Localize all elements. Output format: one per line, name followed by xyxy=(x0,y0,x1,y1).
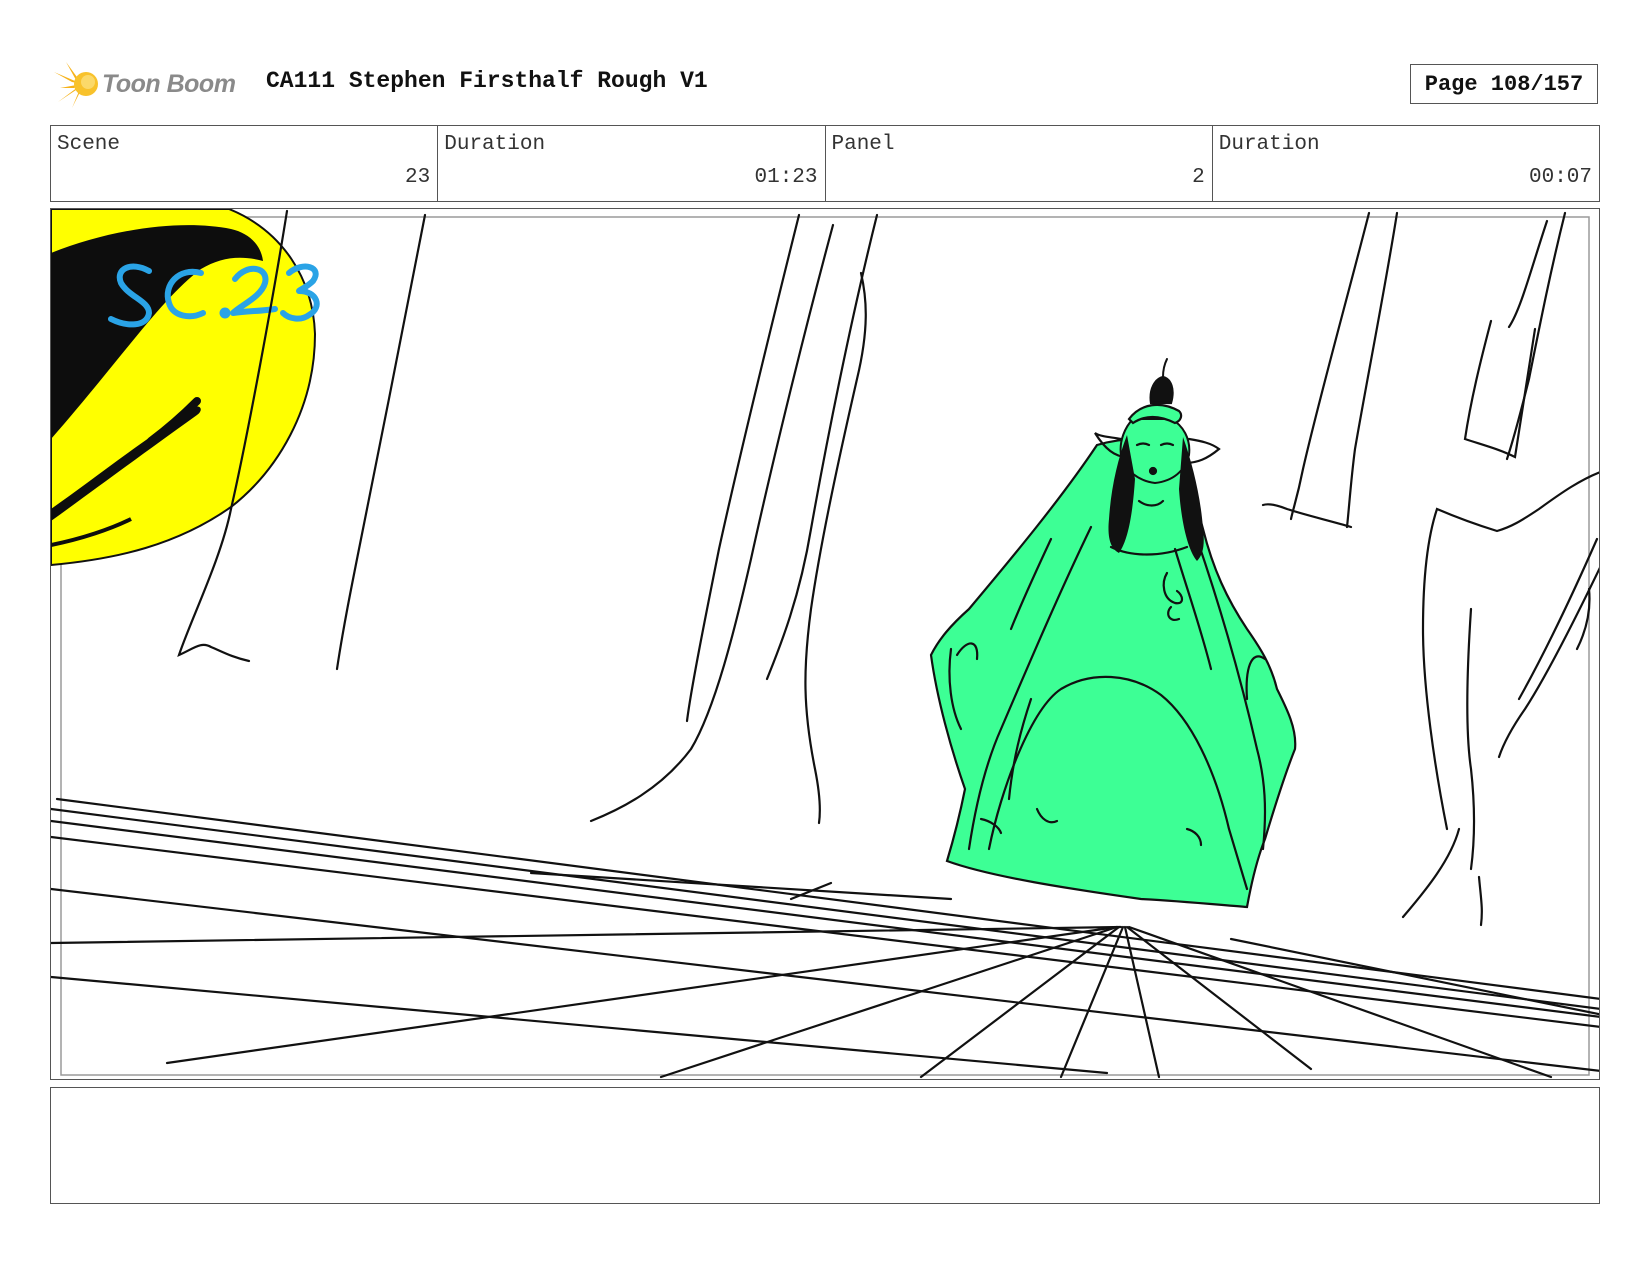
starburst-icon xyxy=(54,62,98,108)
toon-boom-logo: Toon Boom xyxy=(52,58,252,110)
panel-duration-value: 00:07 xyxy=(1528,166,1592,189)
panel-value: 2 xyxy=(1192,166,1205,189)
page-indicator: Page 108/157 xyxy=(1410,64,1598,104)
scene-duration-value: 01:23 xyxy=(754,166,818,189)
panel-sketch xyxy=(51,209,1599,1079)
storyboard-panel xyxy=(50,208,1600,1080)
panel-duration-cell: Duration 00:07 xyxy=(1211,126,1599,201)
panel-label: Panel xyxy=(831,133,895,156)
scene-value: 23 xyxy=(405,166,431,189)
logo-text: Toon Boom xyxy=(102,69,236,98)
scene-duration-label: Duration xyxy=(444,133,546,156)
panel-notes xyxy=(50,1087,1600,1204)
ground-perspective-lines xyxy=(51,797,1599,1079)
scene-duration-cell: Duration 01:23 xyxy=(437,126,824,201)
panel-duration-label: Duration xyxy=(1218,133,1320,156)
tree-lines xyxy=(177,209,1599,927)
panel-cell: Panel 2 xyxy=(824,126,1212,201)
scene-info-table: Scene 23 Duration 01:23 Panel 2 Duration… xyxy=(50,125,1600,202)
scene-label: Scene xyxy=(57,133,121,156)
document-title: CA111 Stephen Firsthalf Rough V1 xyxy=(266,68,708,94)
scene-cell: Scene 23 xyxy=(51,126,437,201)
